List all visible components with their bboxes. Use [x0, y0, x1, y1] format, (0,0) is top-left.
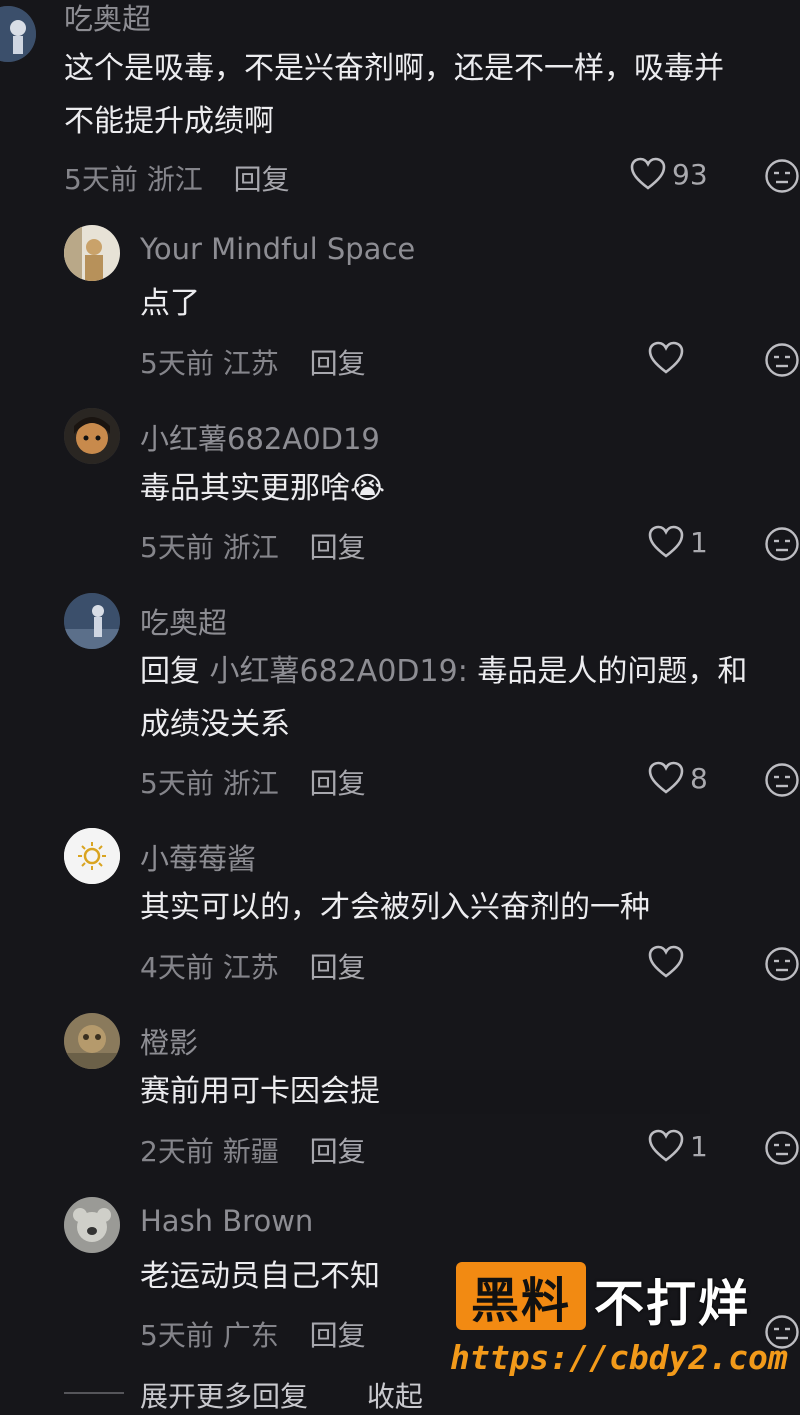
- like-button[interactable]: 8: [648, 761, 708, 795]
- comment-meta: 5天前 广东 回复: [140, 1314, 366, 1354]
- comment-text-line: 成绩没关系: [140, 707, 290, 742]
- comment-text-segment: 毒品是人的问题，和: [467, 654, 748, 689]
- comment-meta: 5天前 浙江 回复: [64, 158, 290, 198]
- divider: [64, 1392, 124, 1394]
- heart-icon: [630, 157, 666, 190]
- avatar[interactable]: [64, 1197, 120, 1253]
- comment-text-line: 回复 小红薯682A0D19: 毒品是人的问题，和: [140, 645, 747, 698]
- like-button[interactable]: 93: [630, 157, 708, 191]
- comment-time: 5天前: [64, 163, 138, 196]
- comment-author-name[interactable]: 吃奥超: [140, 600, 227, 642]
- reply-button[interactable]: 回复: [310, 1135, 366, 1168]
- reply-button[interactable]: 回复: [310, 767, 366, 800]
- like-button[interactable]: [648, 341, 690, 375]
- comment-text-line: 毒品其实更那啥😭: [140, 471, 386, 506]
- dislike-icon[interactable]: [764, 526, 800, 562]
- comment-location: 江苏: [222, 347, 279, 380]
- replies-footer: 展开更多回复 收起: [140, 1375, 423, 1415]
- like-count: 8: [690, 761, 708, 795]
- avatar[interactable]: [64, 1013, 120, 1069]
- comment-location: 浙江: [222, 767, 279, 800]
- reply-button[interactable]: 回复: [234, 163, 290, 196]
- comment-time: 5天前: [140, 1319, 214, 1352]
- comment-meta: 2天前 新疆 回复: [140, 1130, 366, 1170]
- avatar[interactable]: [64, 408, 120, 464]
- collapse-button[interactable]: 收起: [367, 1380, 423, 1413]
- comment-author-name[interactable]: Your Mindful Space: [140, 232, 415, 266]
- comment-location: 江苏: [222, 951, 279, 984]
- dislike-icon[interactable]: [764, 946, 800, 982]
- comment-text-line: 不能提升成绩啊: [64, 104, 274, 139]
- comment-location: 浙江: [222, 531, 279, 564]
- dislike-icon[interactable]: [764, 762, 800, 798]
- avatar[interactable]: [64, 225, 120, 281]
- heart-icon: [648, 945, 684, 978]
- like-button[interactable]: [648, 945, 690, 979]
- comment-text-line: 其实可以的，才会被列入兴奋剂的一种: [140, 890, 650, 925]
- blurred-overlay: [380, 1070, 710, 1114]
- comment-text-line: 这个是吸毒，不是兴奋剂啊，还是不一样，吸毒并: [64, 51, 724, 86]
- comment-author-name[interactable]: 吃奥超: [64, 0, 151, 38]
- watermark-url: https://cbdy2.com: [450, 1338, 788, 1377]
- comment-time: 2天前: [140, 1135, 214, 1168]
- like-count: 1: [690, 1129, 708, 1163]
- avatar[interactable]: [64, 593, 120, 649]
- comment-meta: 5天前 浙江 回复: [140, 526, 366, 566]
- watermark-text: 不打烊: [594, 1275, 750, 1333]
- comment-author-name[interactable]: 橙影: [140, 1020, 198, 1062]
- comment-text-line: 老运动员自己不知: [140, 1259, 380, 1294]
- reply-button[interactable]: 回复: [310, 347, 366, 380]
- reply-button[interactable]: 回复: [310, 1319, 366, 1352]
- comment-author-name[interactable]: Hash Brown: [140, 1204, 313, 1238]
- reply-prefix: 回复: [140, 654, 200, 689]
- comment-location: 广东: [222, 1319, 279, 1352]
- dislike-icon[interactable]: [764, 1130, 800, 1166]
- comment-author-name[interactable]: 小红薯682A0D19: [140, 416, 380, 458]
- dislike-icon[interactable]: [764, 342, 800, 378]
- watermark-logo-box: 黑料: [456, 1262, 586, 1330]
- like-button[interactable]: 1: [648, 1129, 708, 1163]
- comment-time: 5天前: [140, 347, 214, 380]
- reply-button[interactable]: 回复: [310, 531, 366, 564]
- heart-icon: [648, 761, 684, 794]
- like-button[interactable]: 1: [648, 525, 708, 559]
- comment-time: 5天前: [140, 767, 214, 800]
- comment-time: 4天前: [140, 951, 214, 984]
- heart-icon: [648, 525, 684, 558]
- heart-icon: [648, 1129, 684, 1162]
- comment-text-line: 赛前用可卡因会提: [140, 1074, 380, 1109]
- comment-location: 新疆: [222, 1135, 279, 1168]
- comment-meta: 4天前 江苏 回复: [140, 946, 366, 986]
- comment-time: 5天前: [140, 531, 214, 564]
- heart-icon: [648, 341, 684, 374]
- like-count: 1: [690, 525, 708, 559]
- expand-more-replies-button[interactable]: 展开更多回复: [140, 1380, 308, 1413]
- comment-meta: 5天前 浙江 回复: [140, 762, 366, 802]
- avatar[interactable]: [0, 6, 36, 62]
- dislike-icon[interactable]: [764, 158, 800, 194]
- comment-author-name[interactable]: 小莓莓酱: [140, 836, 256, 878]
- like-count: 93: [672, 157, 708, 191]
- avatar[interactable]: [64, 828, 120, 884]
- mention-user-link[interactable]: 小红薯682A0D19:: [210, 654, 468, 689]
- comment-text-line: 点了: [140, 286, 200, 321]
- comment-location: 浙江: [146, 163, 203, 196]
- comment-meta: 5天前 江苏 回复: [140, 342, 366, 382]
- reply-button[interactable]: 回复: [310, 951, 366, 984]
